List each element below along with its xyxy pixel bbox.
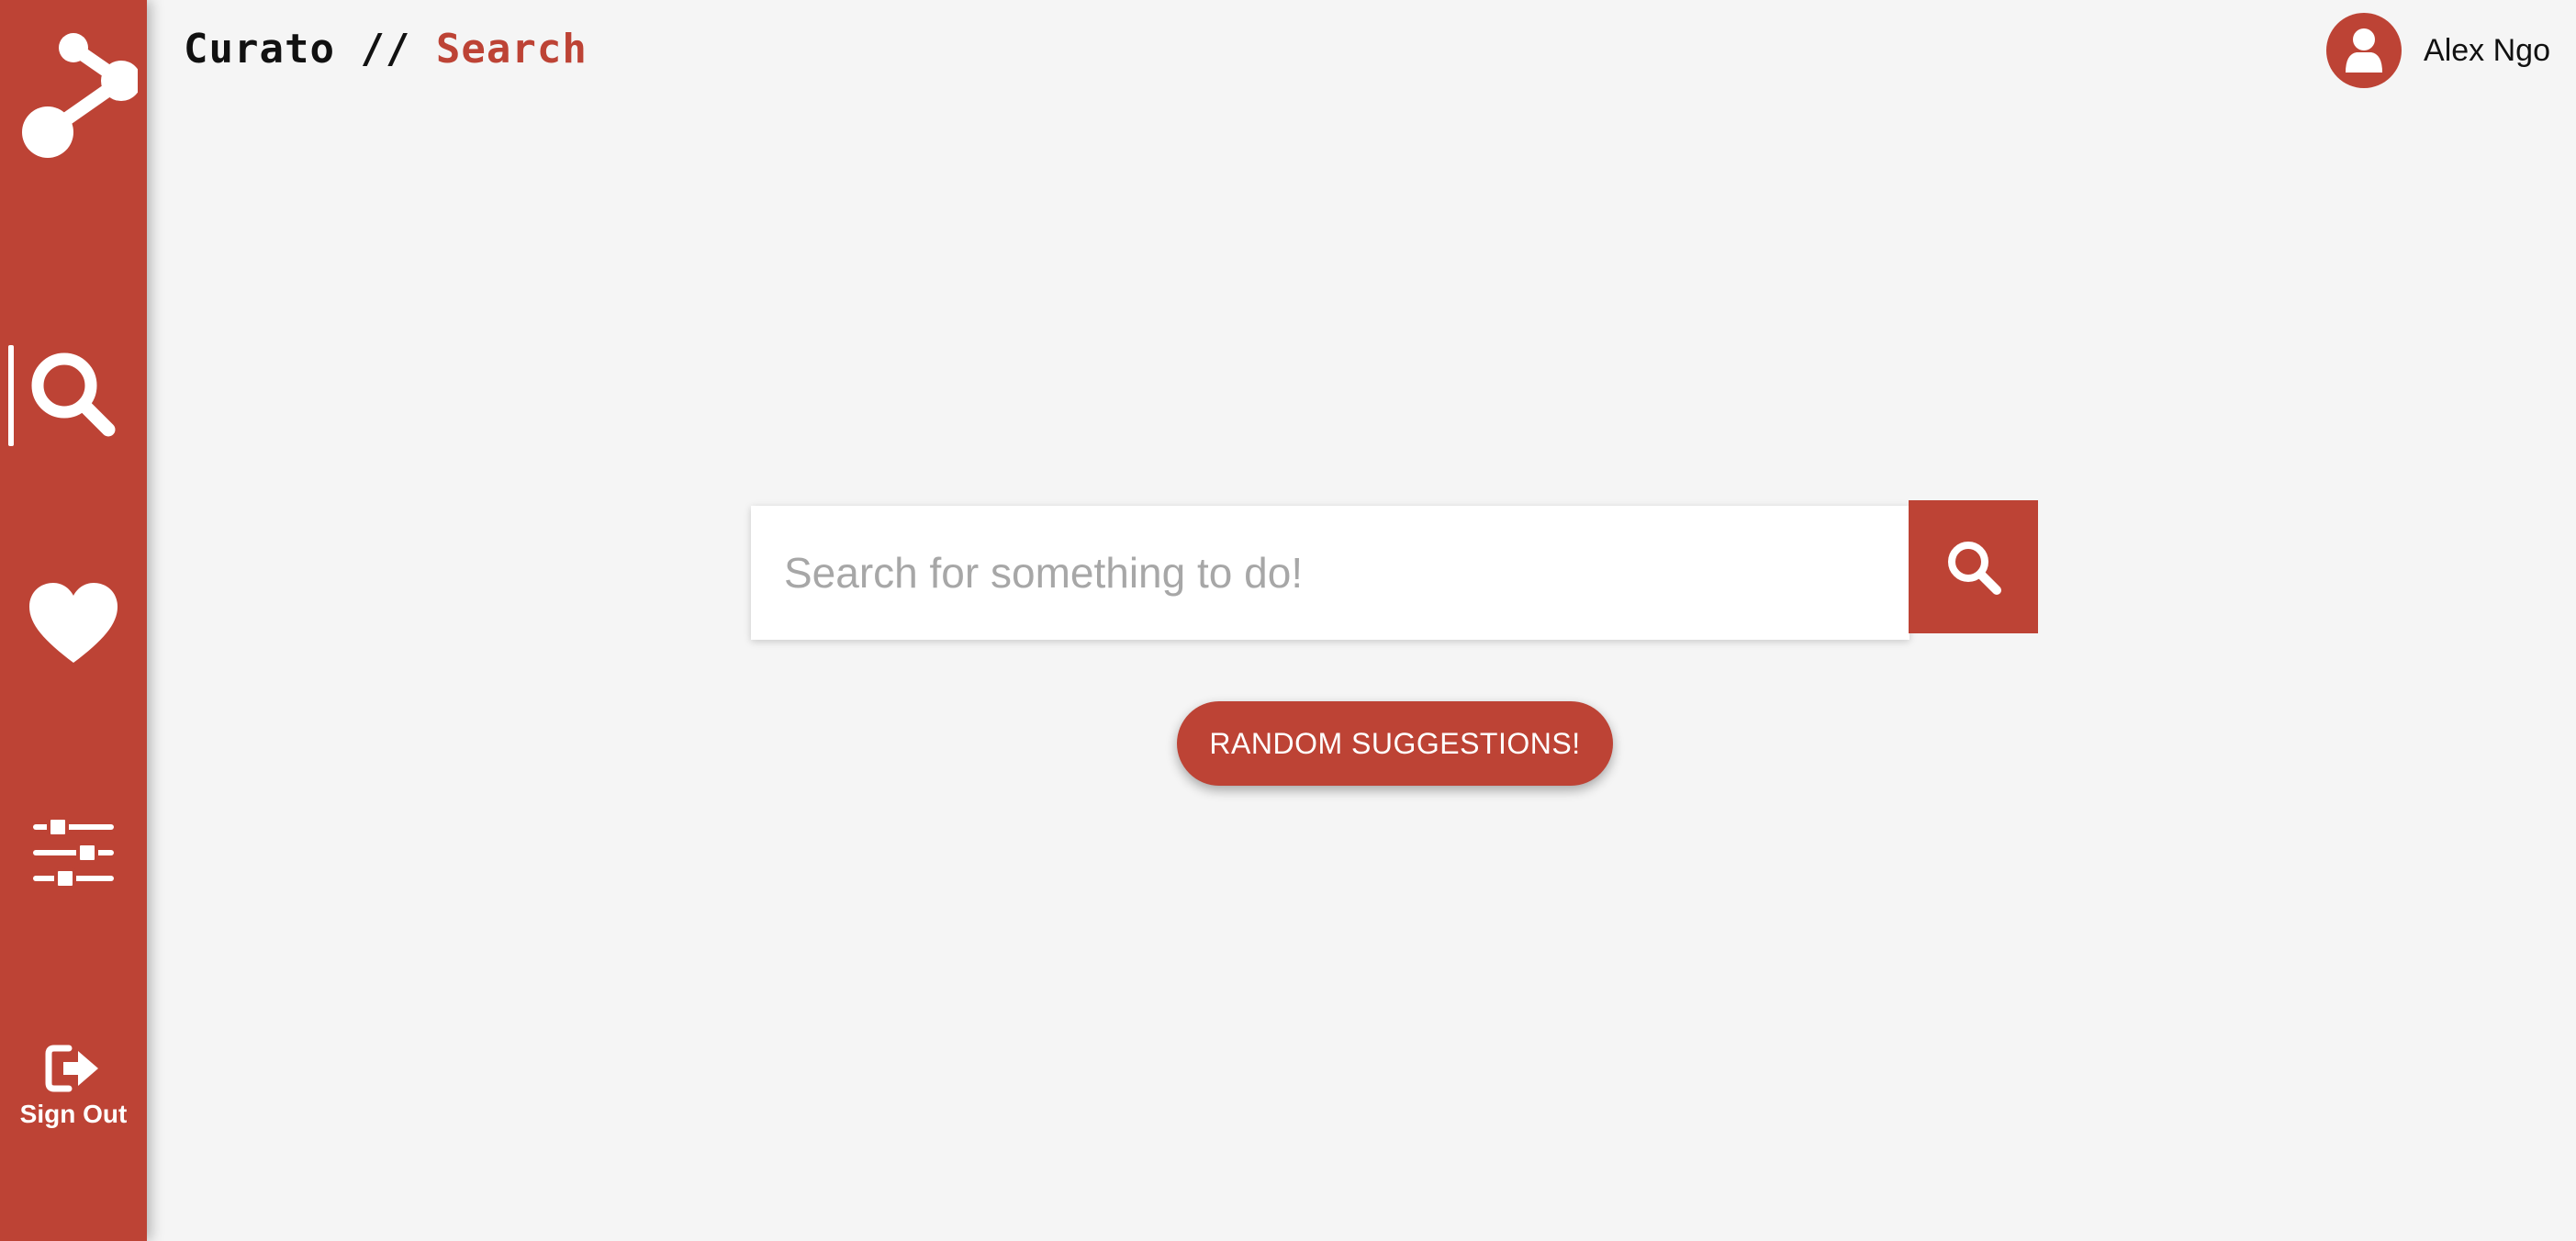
current-page-name: Search [435, 26, 588, 73]
sidebar-item-preferences[interactable] [0, 799, 147, 909]
app-name: Curato [184, 26, 335, 73]
search-button[interactable] [1909, 500, 2038, 633]
sidebar-item-search[interactable] [0, 340, 147, 450]
random-suggestions-button[interactable]: RANDOM SUGGESTIONS! [1177, 701, 1613, 786]
user-icon [2346, 28, 2383, 73]
sign-out-label: Sign Out [19, 1100, 128, 1128]
sign-out-button[interactable]: Sign Out [0, 1035, 147, 1136]
sidebar: Sign Out [0, 0, 147, 1241]
page-title: Curato // Search [184, 26, 588, 73]
logo-link[interactable] [0, 22, 147, 160]
user-menu[interactable]: Alex Ngo [2326, 13, 2550, 88]
sidebar-item-favorites[interactable] [0, 569, 147, 679]
title-separator: // [334, 26, 436, 73]
share-nodes-icon [22, 33, 138, 158]
user-name: Alex Ngo [2424, 32, 2550, 68]
avatar[interactable] [2326, 13, 2402, 88]
sliders-icon [33, 816, 114, 889]
search-icon [31, 352, 116, 437]
heart-icon [29, 583, 118, 663]
sign-out-icon [45, 1045, 98, 1092]
search-icon [1947, 541, 2001, 595]
search-input[interactable] [751, 506, 1910, 640]
